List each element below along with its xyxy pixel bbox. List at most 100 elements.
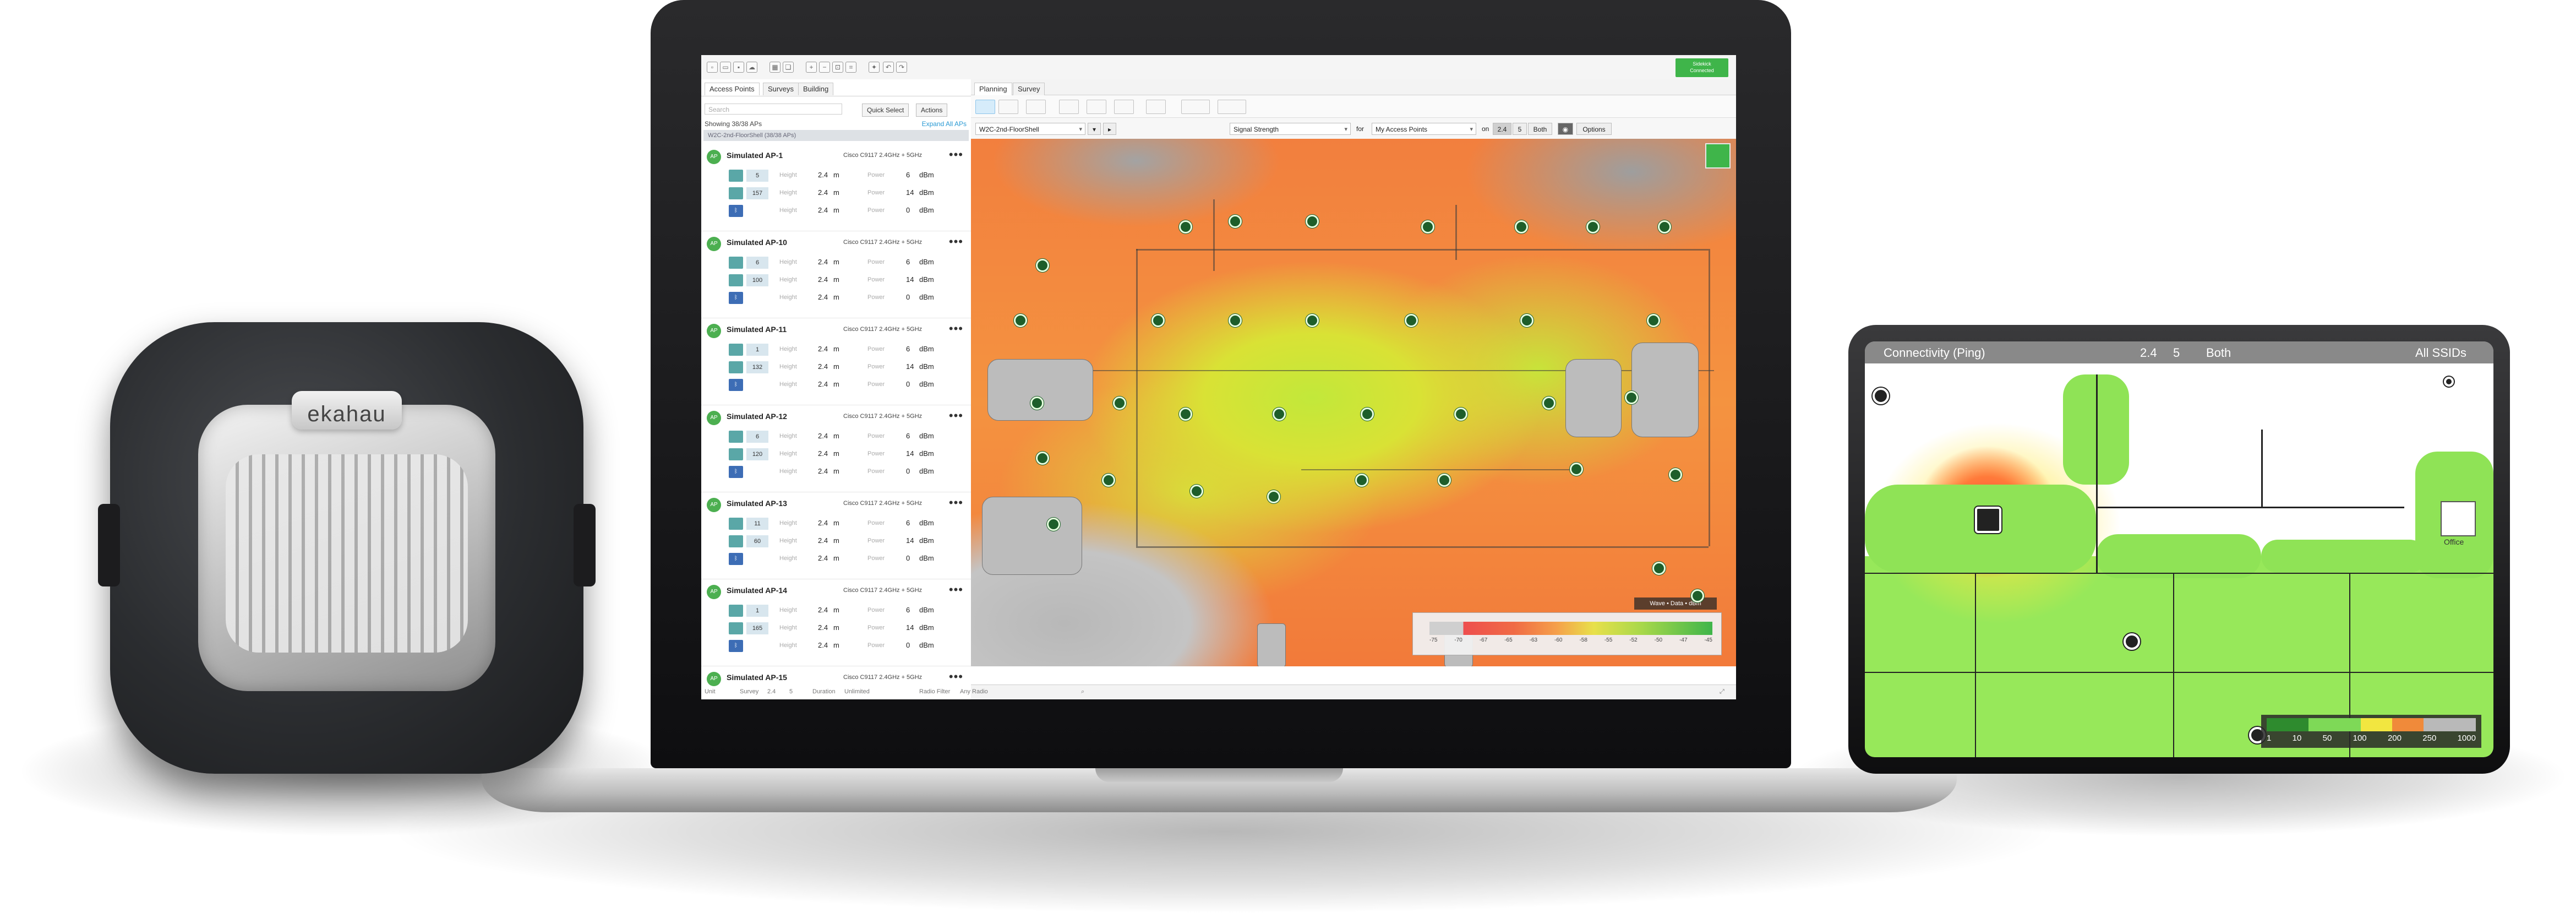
measure-tool-icon[interactable] [1146,100,1166,114]
zoom-in-icon[interactable]: + [806,62,817,73]
access-point-marker[interactable] [1361,408,1374,421]
wand-icon[interactable]: ✦ [869,62,880,73]
power-value[interactable]: 6 [906,171,910,179]
wall-tool-icon[interactable] [998,100,1018,114]
access-point-marker[interactable] [1542,396,1556,410]
floor-group-header[interactable]: W2C-2nd-FloorShell (38/38 APs) [703,130,969,141]
access-point-marker[interactable] [2124,633,2140,650]
access-point-marker[interactable] [1047,518,1060,531]
ap-list-item[interactable]: AP Simulated AP-1 Cisco C9117 2.4GHz + 5GH… [701,144,971,231]
quick-select-button[interactable]: Quick Select [862,104,909,117]
note-tool-icon[interactable] [1114,100,1134,114]
height-value[interactable]: 2.4 [818,606,828,614]
height-value[interactable]: 2.4 [818,258,828,266]
fullscreen-icon[interactable]: ⤢ [1720,688,1724,696]
ap-list-item[interactable]: AP Simulated AP-14 Cisco C9117 2.4GHz + 5G… [701,579,971,666]
channel-value[interactable]: 132 [746,361,768,373]
radio-filter-select[interactable]: Any Radio [960,688,988,695]
channel-value[interactable]: 5 [746,170,768,182]
metric-select[interactable]: Signal Strength [1230,123,1351,135]
power-value[interactable]: 6 [906,606,910,614]
access-point-marker[interactable] [1036,259,1049,272]
height-value[interactable]: 2.4 [818,554,828,562]
access-point-marker[interactable] [1669,468,1682,481]
access-point-marker[interactable] [1179,408,1192,421]
power-value[interactable]: 14 [906,449,914,458]
access-point-marker[interactable] [1658,220,1671,233]
visualization-title[interactable]: Connectivity (Ping) [1884,346,1985,360]
power-value[interactable]: 14 [906,362,914,371]
height-value[interactable]: 2.4 [818,171,828,179]
access-point-marker[interactable] [1229,215,1242,228]
access-point-marker[interactable] [1515,220,1528,233]
tab-access-points[interactable]: Access Points [705,83,760,95]
area-tool-icon[interactable] [1026,100,1046,114]
height-value[interactable]: 2.4 [818,641,828,649]
zoom-fit-icon[interactable]: ⊡ [832,62,843,73]
more-options-icon[interactable]: ••• [949,409,963,423]
access-point-marker[interactable] [1030,396,1044,410]
height-value[interactable]: 2.4 [818,275,828,284]
access-point-marker[interactable] [2444,377,2454,387]
access-point-marker[interactable] [1873,388,1889,404]
access-point-marker[interactable] [1306,314,1319,327]
access-point-marker[interactable] [1014,314,1027,327]
floor-next-button[interactable]: ▸ [1103,123,1116,135]
access-point-marker[interactable] [1625,391,1638,404]
ap-name[interactable]: Simulated AP-15 [727,673,787,682]
tab-survey[interactable]: Survey [1013,83,1045,95]
height-value[interactable]: 2.4 [818,519,828,527]
actions-button[interactable]: Actions [916,104,948,117]
ap-name[interactable]: Simulated AP-13 [727,499,787,508]
access-point-marker[interactable] [1586,220,1600,233]
access-point-marker[interactable] [1691,589,1704,602]
channel-value[interactable]: 1 [746,344,768,356]
height-value[interactable]: 2.4 [818,345,828,353]
band-both-toggle[interactable]: Both [2206,346,2231,360]
channel-value[interactable]: 60 [746,535,768,547]
access-point-marker[interactable] [1113,396,1126,410]
power-value[interactable]: 0 [906,641,910,649]
ap-list-item[interactable]: AP Simulated AP-13 Cisco C9117 2.4GHz + 5G… [701,492,971,579]
access-point-marker[interactable] [1438,474,1451,487]
cloud-icon[interactable]: ☁ [746,62,757,73]
tab-surveys[interactable]: Surveys [763,83,799,95]
expand-all-link[interactable]: Expand All APs [922,120,967,128]
power-value[interactable]: 6 [906,345,910,353]
access-point-marker[interactable] [1421,220,1434,233]
height-value[interactable]: 2.4 [818,536,828,545]
undo-icon[interactable]: ↶ [883,62,894,73]
ap-name[interactable]: Simulated AP-1 [727,151,783,160]
signal-heatmap[interactable]: Wave • Data • dBm -75 -70 -67 -65 -63 -60 -58-… [971,139,1736,666]
duration-select[interactable]: Unlimited [844,688,870,695]
access-point-marker[interactable] [1975,507,2001,533]
height-value[interactable]: 2.4 [818,206,828,214]
access-point-marker[interactable] [1190,485,1203,498]
channel-value[interactable]: 157 [746,187,768,199]
survey-value[interactable]: 2.4 [767,688,776,695]
zoom-out-icon[interactable]: − [819,62,830,73]
ssid-filter[interactable]: All SSIDs [2415,346,2466,360]
access-point-marker[interactable] [1151,314,1165,327]
new-file-icon[interactable]: ▫ [707,62,718,73]
open-folder-icon[interactable]: ▭ [720,62,731,73]
ap-name[interactable]: Simulated AP-10 [727,238,787,247]
survey-five[interactable]: 5 [789,688,793,695]
access-point-marker[interactable] [1647,314,1660,327]
power-value[interactable]: 14 [906,188,914,197]
access-point-marker[interactable] [1036,452,1049,465]
height-value[interactable]: 2.4 [818,432,828,440]
height-value[interactable]: 2.4 [818,449,828,458]
channel-value[interactable]: 6 [746,257,768,269]
more-options-icon[interactable]: ••• [949,235,963,249]
power-value[interactable]: 0 [906,293,910,301]
more-options-icon[interactable]: ••• [949,670,963,684]
ap-name[interactable]: Simulated AP-11 [727,325,787,334]
channel-value[interactable]: 120 [746,448,768,460]
power-value[interactable]: 14 [906,623,914,632]
power-value[interactable]: 6 [906,519,910,527]
ap-search-input[interactable]: Search [705,104,842,115]
channel-value[interactable]: 11 [746,518,768,530]
height-value[interactable]: 2.4 [818,362,828,371]
band-both-button[interactable]: Both [1528,123,1552,135]
